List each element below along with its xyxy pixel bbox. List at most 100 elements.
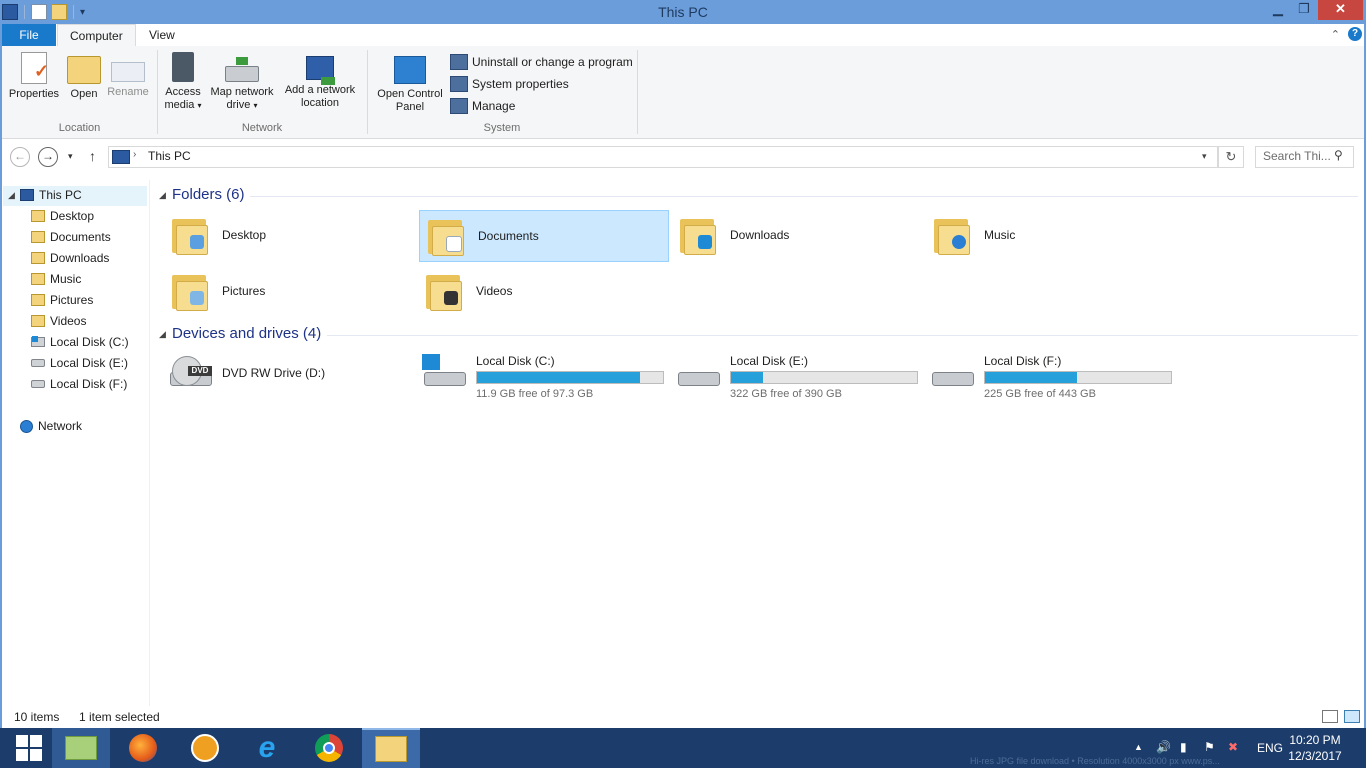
up-button[interactable]: ↑	[89, 148, 96, 164]
address-path[interactable]: This PC	[148, 149, 191, 163]
drive-name: Local Disk (F:)	[984, 354, 1062, 368]
manage-button[interactable]: Manage	[450, 96, 515, 116]
nav-item-label: This PC	[39, 188, 82, 202]
nav-item-label: Local Disk (E:)	[50, 356, 129, 370]
tab-file[interactable]: File	[2, 24, 56, 46]
open-label: Open	[70, 88, 98, 100]
address-dropdown-button[interactable]: ▾	[1202, 151, 1207, 162]
show-hidden-icons-button[interactable]: ▲	[1134, 742, 1143, 752]
open-button[interactable]: Open	[64, 52, 104, 101]
taskbar-safari[interactable]	[176, 728, 234, 768]
tab-computer[interactable]: Computer	[57, 24, 136, 48]
network-disconnected-icon[interactable]: ✖	[1228, 740, 1238, 754]
close-button[interactable]: ✕	[1318, 0, 1363, 20]
nav-item-label: Music	[50, 272, 82, 286]
drive-usage-bar	[984, 371, 1172, 384]
start-button[interactable]	[0, 728, 58, 768]
ribbon-tab-strip	[2, 24, 1364, 47]
search-icon[interactable]: ⚲	[1334, 148, 1343, 162]
nav-item-music[interactable]: Music	[31, 269, 81, 289]
action-center-flag-icon[interactable]: ⚑	[1204, 740, 1215, 754]
access-media-button[interactable]: Access media ▾	[161, 52, 205, 112]
taskbar-desktop-app[interactable]	[52, 728, 110, 768]
taskbar-chrome[interactable]	[300, 728, 358, 768]
drive-tile-f[interactable]: Local Disk (F:) 225 GB free of 443 GB	[926, 348, 1178, 400]
taskbar-internet-explorer[interactable]: e	[238, 728, 296, 768]
nav-item-label: Downloads	[50, 251, 110, 265]
folders-section-header[interactable]: Folders (6)	[172, 186, 245, 203]
maximize-button[interactable]: ❐	[1290, 0, 1318, 20]
firefox-icon	[129, 734, 157, 762]
nav-item-local-disk-c[interactable]: Local Disk (C:)	[31, 332, 129, 352]
clock[interactable]: 10:20 PM 12/3/2017	[1284, 732, 1346, 764]
downloads-folder-icon	[680, 215, 716, 255]
safari-icon	[191, 734, 219, 762]
volume-icon[interactable]: 🔊	[1156, 740, 1171, 754]
folder-tile-downloads[interactable]: Downloads	[672, 210, 920, 260]
control-panel-label-2: Panel	[395, 101, 425, 113]
open-control-panel-button[interactable]: Open Control Panel	[372, 52, 448, 114]
drive-tile-e[interactable]: Local Disk (E:) 322 GB free of 390 GB	[672, 348, 924, 400]
drives-section-header[interactable]: Devices and drives (4)	[172, 325, 321, 342]
nav-item-local-disk-e[interactable]: Local Disk (E:)	[31, 353, 128, 373]
chevron-down-icon: ▾	[197, 101, 202, 110]
folder-name: Documents	[478, 229, 539, 243]
map-drive-label-1: Map network	[210, 86, 274, 98]
battery-icon[interactable]: ▮	[1180, 740, 1187, 754]
drive-tile-dvd[interactable]: DVD DVD RW Drive (D:)	[164, 348, 414, 400]
clock-time: 10:20 PM	[1289, 733, 1341, 747]
add-location-label-1: Add a network	[284, 84, 356, 96]
selection-count: 1 item selected	[79, 710, 160, 724]
collapse-arrow-icon[interactable]: ◢	[159, 190, 166, 201]
videos-folder-icon	[426, 271, 462, 311]
clock-date: 12/3/2017	[1288, 749, 1342, 763]
folder-tile-music[interactable]: Music	[926, 210, 1174, 260]
system-properties-button[interactable]: System properties	[450, 74, 569, 94]
dvd-drive-icon: DVD	[168, 354, 214, 390]
details-view-icon[interactable]	[1322, 710, 1338, 723]
recent-locations-button[interactable]: ▾	[68, 151, 73, 162]
search-placeholder[interactable]: Search Thi...	[1263, 149, 1331, 163]
refresh-button[interactable]: ↻	[1218, 146, 1244, 168]
minimize-button[interactable]: ▁	[1264, 0, 1292, 20]
nav-item-desktop[interactable]: Desktop	[31, 206, 94, 226]
nav-item-documents[interactable]: Documents	[31, 227, 111, 247]
taskbar-file-explorer[interactable]	[362, 728, 420, 768]
uninstall-program-button[interactable]: Uninstall or change a program	[450, 52, 633, 72]
nav-item-pictures[interactable]: Pictures	[31, 290, 93, 310]
folder-tile-desktop[interactable]: Desktop	[164, 210, 412, 260]
nav-item-network[interactable]: Network	[20, 416, 82, 436]
system-drive-icon	[422, 354, 468, 390]
network-drive-icon	[225, 57, 259, 82]
rename-button[interactable]: Rename	[105, 52, 151, 99]
collapse-arrow-icon[interactable]: ◢	[8, 190, 15, 201]
large-icons-view-icon[interactable]	[1344, 710, 1360, 723]
folder-tile-videos[interactable]: Videos	[418, 266, 666, 316]
nav-item-this-pc[interactable]: This PC	[20, 185, 82, 205]
tab-view[interactable]: View	[137, 24, 187, 46]
nav-item-downloads[interactable]: Downloads	[31, 248, 109, 268]
input-language[interactable]: ENG	[1257, 741, 1283, 755]
chevron-right-icon[interactable]: ›	[133, 149, 136, 160]
nav-item-label: Local Disk (F:)	[50, 377, 128, 391]
drive-usage-fill	[477, 372, 641, 383]
nav-item-local-disk-f[interactable]: Local Disk (F:)	[31, 374, 127, 394]
folder-tile-pictures[interactable]: Pictures	[164, 266, 412, 316]
nav-item-videos[interactable]: Videos	[31, 311, 86, 331]
divider	[637, 50, 638, 134]
help-icon[interactable]: ?	[1348, 27, 1362, 41]
map-network-drive-button[interactable]: Map network drive ▾	[206, 52, 278, 112]
folder-icon	[31, 252, 45, 264]
properties-button[interactable]: Properties	[6, 52, 62, 101]
collapse-arrow-icon[interactable]: ◢	[159, 329, 166, 340]
drive-tile-c[interactable]: Local Disk (C:) 11.9 GB free of 97.3 GB	[418, 348, 670, 400]
taskbar-firefox[interactable]	[114, 728, 172, 768]
drive-icon	[31, 359, 45, 367]
forward-button[interactable]: →	[38, 147, 58, 167]
back-button[interactable]: ←	[10, 147, 30, 167]
chevron-up-icon[interactable]: ⌃	[1331, 28, 1340, 41]
desktop-app-icon	[65, 736, 97, 760]
folder-tile-documents[interactable]: Documents	[419, 210, 669, 262]
address-bar[interactable]	[108, 146, 1218, 168]
add-network-location-button[interactable]: Add a network location	[280, 52, 360, 110]
